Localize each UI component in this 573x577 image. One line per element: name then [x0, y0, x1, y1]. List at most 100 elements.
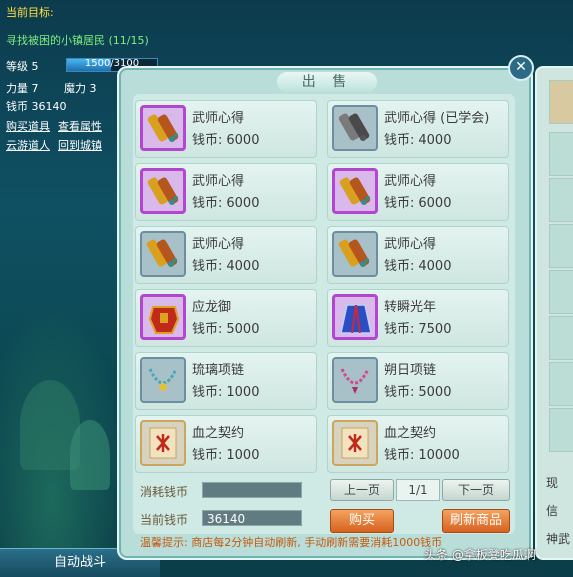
shop-item[interactable]: 武师心得 (已学会) 钱币: 4000 [327, 100, 509, 158]
side-slot[interactable] [549, 80, 573, 124]
item-price: 钱币: 7500 [384, 318, 451, 337]
price-label: 钱币: [192, 133, 223, 148]
side-slot[interactable] [549, 132, 573, 176]
item-name: 武师心得 [192, 111, 245, 126]
shop-item[interactable]: 血之契约 钱币: 1000 [135, 415, 317, 473]
necklace-icon [144, 361, 182, 402]
necklace-pink-icon [336, 361, 374, 402]
level-label: 等级 5 [6, 60, 39, 73]
armor-icon [145, 299, 183, 340]
shop-item[interactable]: 转瞬光年钱币: 7500 [327, 289, 509, 347]
view-attributes-link[interactable]: 查看属性 [58, 118, 102, 134]
item-name: 武师心得 [192, 174, 245, 189]
shop-item[interactable]: 武师心得 钱币: 4000 [135, 226, 317, 284]
item-price: 钱币: 4000 [384, 129, 451, 148]
scroll-icon [145, 173, 183, 214]
item-slot[interactable] [332, 420, 378, 466]
item-slot[interactable] [140, 357, 186, 403]
price-label: 钱币: [192, 385, 223, 400]
shop-item[interactable]: 朔日项链钱币: 5000 [327, 352, 509, 410]
item-slot[interactable] [332, 231, 378, 277]
goal-title: 当前目标: [6, 6, 54, 19]
scroll-icon [337, 173, 375, 214]
contract-icon [336, 424, 374, 465]
item-price: 钱币: 4000 [384, 255, 451, 274]
shop-item[interactable]: 武师心得 钱币: 4000 [327, 226, 509, 284]
item-price: 钱币: 10000 [384, 444, 460, 463]
watermark: 头条 @拿板凳吃瓜啊 [424, 548, 536, 562]
shop-item[interactable]: 武师心得钱币: 6000 [135, 163, 317, 221]
side-text: 现 [546, 476, 559, 490]
price-label: 钱币: [384, 196, 415, 211]
item-name: 朔日项链 [384, 363, 437, 378]
item-name: 血之契约 [384, 426, 437, 441]
price-label: 钱币: [384, 259, 415, 274]
coral-decoration [70, 420, 110, 490]
side-slot[interactable] [549, 362, 573, 406]
magic-stat: 魔力 3 [64, 82, 97, 95]
goal-text[interactable]: 寻找被困的小镇居民 (11/15) [6, 32, 149, 48]
shop-title: 出 售 [277, 72, 377, 92]
shop-item[interactable]: 血之契约钱币: 10000 [327, 415, 509, 473]
scroll-icon [144, 235, 182, 276]
price-value: 6000 [226, 196, 260, 211]
wandering-taoist-link[interactable]: 云游道人 [6, 137, 50, 153]
price-value: 7500 [418, 322, 452, 337]
buy-button[interactable]: 购买 [330, 509, 394, 533]
close-button[interactable]: ✕ [508, 55, 534, 81]
item-slot[interactable] [140, 420, 186, 466]
shop-item[interactable]: 武师心得钱币: 6000 [135, 100, 317, 158]
side-slot[interactable] [549, 178, 573, 222]
shop-item[interactable]: 武师心得 钱币: 6000 [327, 163, 509, 221]
shop-item[interactable]: 琉璃项链 钱币: 1000 [135, 352, 317, 410]
price-value: 1000 [226, 385, 260, 400]
price-value: 5000 [226, 322, 260, 337]
item-name: 武师心得 [384, 174, 437, 189]
robe-icon [337, 299, 375, 340]
prev-page-button[interactable]: 上一页 [330, 479, 394, 501]
buy-items-link[interactable]: 购买道具 [6, 118, 50, 134]
price-label: 钱币: [192, 322, 223, 337]
price-label: 钱币: [384, 385, 415, 400]
item-price: 钱币: 5000 [192, 318, 259, 337]
scroll-grey-icon [336, 109, 374, 150]
scroll-icon [336, 235, 374, 276]
item-slot[interactable] [332, 357, 378, 403]
next-page-button[interactable]: 下一页 [442, 479, 510, 501]
current-coins-field: 36140 [202, 510, 302, 526]
item-slot[interactable] [332, 294, 378, 340]
side-text: 信 [546, 504, 559, 518]
item-slot[interactable] [140, 294, 186, 340]
item-slot[interactable] [140, 168, 186, 214]
item-price: 钱币: 6000 [192, 192, 259, 211]
item-price: 钱币: 1000 [192, 381, 259, 400]
price-label: 钱币: [384, 448, 415, 463]
item-slot[interactable] [332, 168, 378, 214]
item-slot[interactable] [140, 231, 186, 277]
price-label: 钱币: [384, 322, 415, 337]
side-slot[interactable] [549, 224, 573, 268]
item-name: 转瞬光年 [384, 300, 437, 315]
scroll-icon [145, 110, 183, 151]
item-name: 应龙御 [192, 300, 232, 315]
quest-tracker: 当前目标: 寻找被困的小镇居民 (11/15) [6, 4, 149, 48]
price-label: 钱币: [192, 259, 223, 274]
side-slot[interactable] [549, 408, 573, 452]
price-value: 10000 [418, 448, 460, 463]
item-slot[interactable] [332, 105, 378, 151]
side-slot[interactable] [549, 270, 573, 314]
side-slot[interactable] [549, 316, 573, 360]
price-value: 5000 [418, 385, 452, 400]
refresh-button[interactable]: 刷新商品 [442, 509, 510, 533]
shop-item[interactable]: 应龙御钱币: 5000 [135, 289, 317, 347]
price-value: 4000 [418, 259, 452, 274]
item-slot[interactable] [140, 105, 186, 151]
item-price: 钱币: 1000 [192, 444, 259, 463]
item-name: 武师心得 [192, 237, 245, 252]
return-town-link[interactable]: 回到城镇 [58, 137, 102, 153]
item-name: 武师心得 (已学会) [384, 111, 490, 126]
item-price: 钱币: 5000 [384, 381, 451, 400]
coins-stat: 钱币 36140 [6, 100, 67, 113]
price-value: 6000 [226, 133, 260, 148]
price-label: 钱币: [384, 133, 415, 148]
